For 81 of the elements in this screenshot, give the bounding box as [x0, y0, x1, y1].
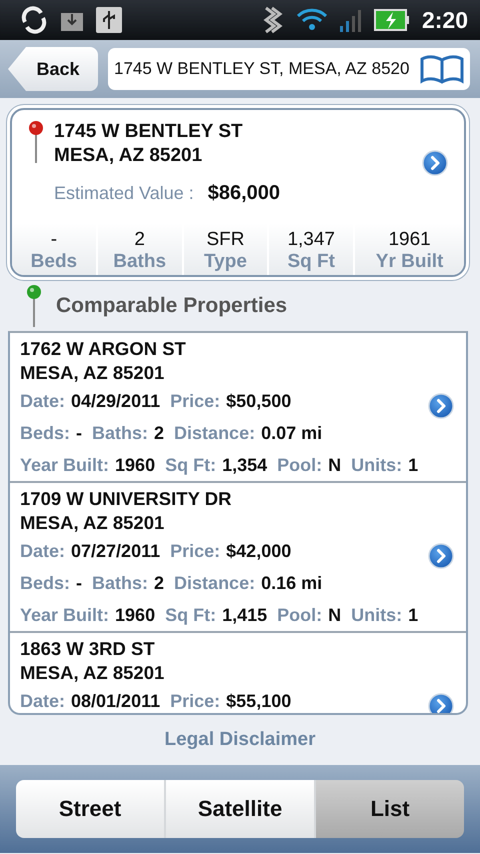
address-line: MESA, AZ 85201 [20, 361, 166, 385]
field-value: 1 [408, 454, 418, 476]
wifi-icon [296, 8, 328, 32]
address-line: 1745 W BENTLEY ST [54, 120, 244, 144]
address-field[interactable]: 1745 W BENTLEY ST, MESA, AZ 8520 [108, 48, 470, 90]
map-pin-icon [28, 120, 44, 164]
field-label: Price: [170, 690, 220, 712]
signal-wave-icon [262, 6, 284, 34]
stat-label: Type [204, 251, 247, 273]
field-value: - [76, 422, 82, 444]
field-value: $50,500 [226, 390, 292, 412]
field-label: Baths: [92, 572, 148, 594]
address-line: 1762 W ARGON ST [20, 337, 187, 361]
address-line: 1709 W UNIVERSITY DR [20, 487, 232, 511]
sync-icon [20, 6, 48, 34]
comparable-item[interactable]: 1709 W UNIVERSITY DR MESA, AZ 85201 Date: 07/27/2011 Price: $42,000 Beds: - Baths: 2 Distance: 0.16 mi Year Built: 1960 Sq Ft: 1,415 Pool: N Units: 1 [10, 483, 466, 633]
field-label: Year Built: [20, 604, 110, 626]
address-line: MESA, AZ 85201 [54, 144, 204, 168]
field-value: $55,100 [226, 690, 292, 712]
field-label: Date: [20, 540, 66, 562]
field-value: 0.07 mi [261, 422, 322, 444]
chevron-right-icon[interactable] [428, 393, 454, 419]
field-label: Baths: [92, 422, 148, 444]
stat-value: 1,347 [287, 229, 335, 251]
stat-value: - [50, 229, 58, 251]
field-value: 04/29/2011 [71, 390, 160, 412]
field-value: 1,354 [222, 454, 268, 476]
field-label: Price: [170, 540, 220, 562]
chevron-right-icon[interactable] [422, 150, 448, 176]
field-label: Beds: [20, 422, 70, 444]
view-tab[interactable]: List [316, 780, 464, 838]
field-value: - [76, 572, 82, 594]
comparable-item[interactable]: 1762 W ARGON ST MESA, AZ 85201 Date: 04/29/2011 Price: $50,500 Beds: - Baths: 2 Distance: 0.07 mi Year Built: 1960 Sq Ft: 1,354 Pool: N Units: 1 [10, 333, 466, 483]
field-value: $42,000 [226, 540, 292, 562]
field-label: Sq Ft: [165, 604, 216, 626]
chevron-right-icon[interactable] [428, 543, 454, 569]
field-value: 0.16 mi [261, 572, 322, 594]
view-tab[interactable]: Street [16, 780, 166, 838]
field-label: Year Built: [20, 454, 110, 476]
estimated-value: $86,000 [208, 182, 280, 205]
field-label: Price: [170, 390, 220, 412]
stat-value: 2 [134, 229, 145, 251]
stat-label: Yr Built [376, 251, 444, 273]
address-line: MESA, AZ 85201 [20, 661, 166, 685]
cell-signal-icon [340, 8, 362, 32]
estimated-value-label: Estimated Value : [54, 183, 194, 204]
field-label: Distance: [174, 572, 256, 594]
field-label: Units: [351, 454, 402, 476]
stat-value: 1961 [388, 229, 431, 251]
back-button[interactable]: Back [8, 47, 98, 91]
field-label: Beds: [20, 572, 70, 594]
stat-label: Beds [30, 251, 78, 273]
field-value: N [328, 454, 342, 476]
field-label: Sq Ft: [165, 454, 216, 476]
book-icon[interactable] [420, 54, 464, 84]
stat-label: Sq Ft [287, 251, 335, 273]
field-value: N [328, 604, 342, 626]
address-line: 1863 W 3RD ST [20, 637, 156, 661]
field-label: Date: [20, 690, 66, 712]
battery-charging-icon [374, 9, 410, 31]
field-label: Date: [20, 390, 66, 412]
clock-time: 2:20 [422, 6, 468, 34]
field-label: Pool: [277, 454, 322, 476]
field-value: 07/27/2011 [71, 540, 160, 562]
view-tab[interactable]: Satellite [166, 780, 316, 838]
field-label: Pool: [277, 604, 322, 626]
field-value: 2 [154, 422, 164, 444]
address-line: MESA, AZ 85201 [20, 511, 166, 535]
field-value: 1,415 [222, 604, 268, 626]
field-value: 08/01/2011 [71, 690, 160, 712]
map-pin-icon [26, 284, 42, 328]
section-title: Comparable Properties [56, 294, 288, 318]
field-label: Units: [351, 604, 402, 626]
field-value: 1 [408, 604, 418, 626]
field-label: Distance: [174, 422, 256, 444]
field-value: 1960 [115, 454, 156, 476]
field-value: 2 [154, 572, 164, 594]
chevron-right-icon[interactable] [428, 693, 454, 713]
field-value: 1960 [115, 604, 156, 626]
stat-value: SFR [206, 229, 244, 251]
stat-label: Baths [113, 251, 166, 273]
